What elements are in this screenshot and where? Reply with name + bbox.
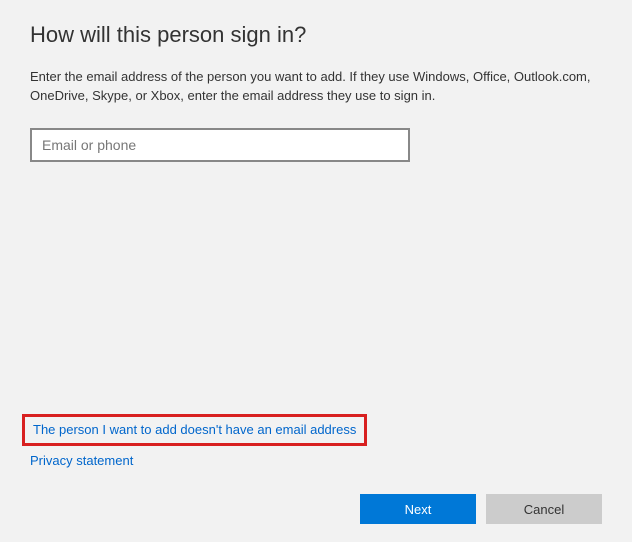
- privacy-link[interactable]: Privacy statement: [30, 453, 133, 468]
- button-row: Next Cancel: [360, 494, 602, 524]
- highlight-box: The person I want to add doesn't have an…: [22, 414, 367, 446]
- email-input[interactable]: [30, 128, 410, 162]
- cancel-button[interactable]: Cancel: [486, 494, 602, 524]
- links-area: The person I want to add doesn't have an…: [22, 414, 367, 470]
- dialog-content: How will this person sign in? Enter the …: [0, 0, 632, 162]
- page-title: How will this person sign in?: [30, 22, 602, 48]
- no-email-link[interactable]: The person I want to add doesn't have an…: [33, 422, 356, 437]
- description-text: Enter the email address of the person yo…: [30, 68, 602, 106]
- next-button[interactable]: Next: [360, 494, 476, 524]
